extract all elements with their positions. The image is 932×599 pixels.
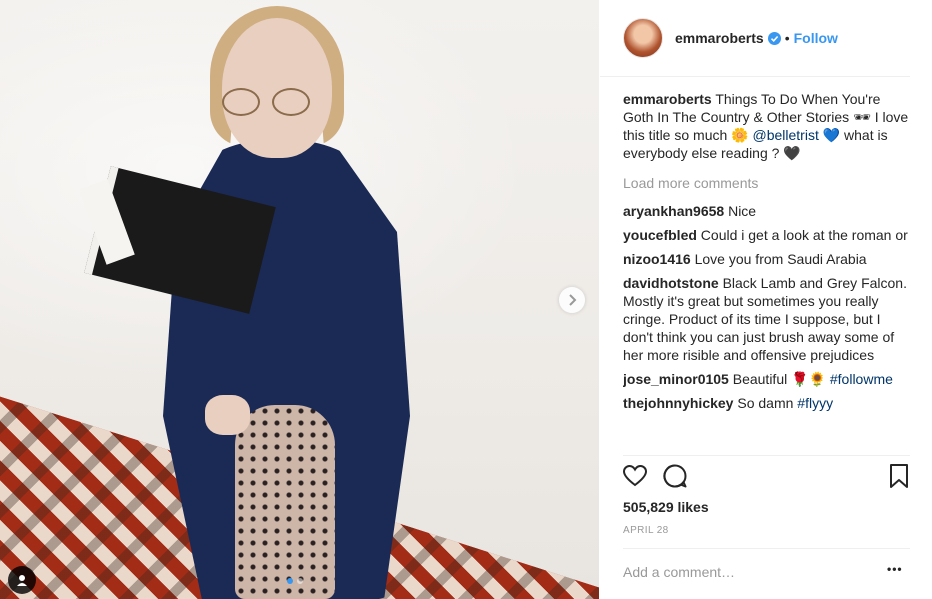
comment-button[interactable] xyxy=(662,463,688,489)
photo-legs xyxy=(235,405,335,599)
avatar[interactable] xyxy=(623,18,663,58)
post-actions xyxy=(622,463,912,491)
user-tag-icon xyxy=(17,575,27,586)
comment-username[interactable]: nizoo1416 xyxy=(623,251,691,267)
post-photo[interactable] xyxy=(0,0,599,599)
comments-list: emmaroberts Things To Do When You're Got… xyxy=(623,90,910,454)
heart-icon xyxy=(622,464,648,487)
header-bullet: • xyxy=(784,30,790,46)
comment-icon xyxy=(663,464,687,488)
comment-hashtag-link[interactable]: #flyyy xyxy=(797,395,833,411)
post-side-panel: emmaroberts • Follow emmaroberts Things … xyxy=(600,0,932,599)
carousel-next-button[interactable] xyxy=(559,287,585,313)
carousel-dot xyxy=(287,578,293,584)
likes-count[interactable]: 505,829 likes xyxy=(623,499,709,515)
photo-hand xyxy=(205,395,250,435)
comment-hashtag-link[interactable]: #followme xyxy=(830,371,893,387)
caption: emmaroberts Things To Do When You're Got… xyxy=(623,90,910,162)
follow-button[interactable]: Follow xyxy=(794,30,838,46)
list-item: youcefbled Could i get a look at the rom… xyxy=(623,226,910,244)
comment-text: Love you from Saudi Arabia xyxy=(694,251,867,267)
comment-username[interactable]: jose_minor0105 xyxy=(623,371,729,387)
carousel-dots xyxy=(287,578,303,584)
list-item: jose_minor0105 Beautiful 🌹🌻 #followme xyxy=(623,370,910,388)
user-tag-button[interactable] xyxy=(8,566,36,594)
list-item: thejohnnyhickey So damn #flyyy xyxy=(623,394,910,412)
comment-text: Nice xyxy=(728,203,757,219)
add-comment-input[interactable] xyxy=(623,562,873,582)
caption-username[interactable]: emmaroberts xyxy=(623,91,712,107)
bookmark-icon xyxy=(890,464,908,488)
load-more-comments-button[interactable]: Load more comments xyxy=(623,174,910,192)
verified-badge-icon xyxy=(767,31,781,45)
comment-text: Could i get a look at the roman or xyxy=(700,227,908,243)
list-item: aryankhan9658 Nice xyxy=(623,202,910,220)
comment-username[interactable]: aryankhan9658 xyxy=(623,203,724,219)
photo-glasses xyxy=(222,88,318,118)
save-button[interactable] xyxy=(887,463,913,489)
more-options-button[interactable]: ••• xyxy=(887,562,903,576)
like-button[interactable] xyxy=(622,463,648,489)
header-username[interactable]: emmaroberts xyxy=(675,30,764,46)
divider xyxy=(623,455,910,456)
chevron-right-icon xyxy=(569,294,577,306)
list-item: davidhotstone Black Lamb and Grey Falcon… xyxy=(623,274,910,364)
comment-text: Beautiful 🌹🌻 xyxy=(732,371,826,387)
comment-username[interactable]: youcefbled xyxy=(623,227,697,243)
post-date: APRIL 28 xyxy=(623,525,669,536)
comment-text: So damn xyxy=(737,395,794,411)
caption-mention-link[interactable]: @belletrist xyxy=(752,127,818,143)
comment-username[interactable]: thejohnnyhickey xyxy=(623,395,733,411)
list-item: nizoo1416 Love you from Saudi Arabia xyxy=(623,250,910,268)
post-header: emmaroberts • Follow xyxy=(600,0,910,77)
divider xyxy=(623,548,910,549)
carousel-dot xyxy=(297,578,303,584)
comment-username[interactable]: davidhotstone xyxy=(623,275,719,291)
